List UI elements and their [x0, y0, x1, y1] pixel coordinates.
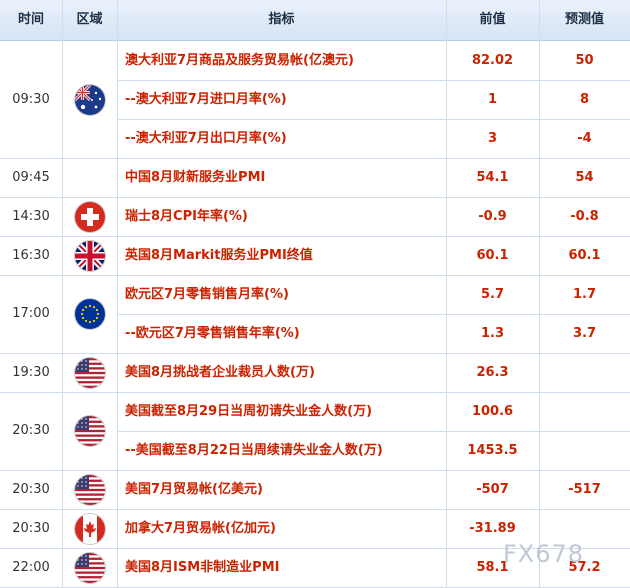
header-time: 时间: [17, 12, 44, 27]
eu-flag-icon: [74, 299, 105, 329]
forecast-value: 8: [579, 92, 590, 107]
forecast-value: [539, 392, 630, 431]
forecast-value: 60.1: [568, 248, 601, 263]
header-forecast: 预测值: [564, 12, 604, 27]
previous-value: 60.1: [476, 248, 509, 263]
row-divider: [117, 314, 630, 315]
australia-flag-icon: [74, 84, 105, 115]
indicator-name: 美国7月贸易帐(亿美元): [125, 482, 263, 497]
header-region: 区域: [76, 12, 103, 27]
indicator-name: --澳大利亚7月出口月率(%): [125, 131, 287, 146]
previous-value: 26.3: [476, 365, 509, 380]
indicator-name: 美国8月挑战者企业裁员人数(万): [125, 365, 315, 380]
forecast-value: [539, 353, 630, 392]
time-cell: 09:30: [12, 92, 50, 107]
time-cell: 17:00: [12, 306, 50, 321]
time-cell: 14:30: [12, 209, 50, 224]
forecast-value: 3.7: [572, 326, 597, 341]
column-divider: [117, 0, 118, 588]
previous-value: 5.7: [480, 287, 505, 302]
header-indicator: 指标: [268, 12, 295, 27]
indicator-name: 瑞士8月CPI年率(%): [125, 209, 248, 224]
previous-value: 82.02: [471, 53, 514, 68]
row-divider: [117, 80, 630, 81]
indicator-name: 美国8月ISM非制造业PMI: [125, 560, 280, 575]
switzerland-flag-icon: [74, 201, 105, 232]
indicator-name: --美国截至8月22日当周续请失业金人数(万): [125, 443, 383, 458]
forecast-value: 54: [575, 170, 594, 185]
previous-value: -507: [476, 482, 509, 497]
table-header: 时间 区域 指标 前值 预测值: [0, 0, 630, 41]
us-flag-icon: [74, 552, 105, 583]
previous-value: 100.6: [471, 404, 514, 419]
indicator-name: 美国截至8月29日当周初请失业金人数(万): [125, 404, 373, 419]
header-previous: 前值: [479, 12, 506, 27]
previous-value: 1.3: [480, 326, 505, 341]
column-divider: [62, 0, 63, 588]
canada-flag-icon: [74, 513, 105, 544]
previous-value: 1453.5: [467, 443, 518, 458]
previous-value: -0.9: [478, 209, 507, 224]
uk-flag-icon: [74, 240, 105, 271]
column-divider: [446, 0, 447, 588]
forecast-value: -0.8: [570, 209, 599, 224]
time-cell: 19:30: [12, 365, 50, 380]
row-divider: [117, 431, 630, 432]
previous-value: 1: [487, 92, 498, 107]
time-cell: 22:00: [12, 560, 50, 575]
us-flag-icon: [74, 357, 105, 388]
column-divider: [539, 0, 540, 588]
indicator-name: 澳大利亚7月商品及服务贸易帐(亿澳元): [125, 53, 354, 68]
previous-value: 3: [487, 131, 498, 146]
forecast-value: 50: [575, 53, 594, 68]
forecast-value: 1.7: [572, 287, 597, 302]
forecast-value: -517: [568, 482, 601, 497]
indicator-name: --欧元区7月零售销售年率(%): [125, 326, 300, 341]
time-cell: 09:45: [12, 170, 50, 185]
indicator-name: 加拿大7月贸易帐(亿加元): [125, 521, 276, 536]
indicator-name: 欧元区7月零售销售月率(%): [125, 287, 289, 302]
forecast-value: -4: [577, 131, 592, 146]
indicator-name: --澳大利亚7月进口月率(%): [125, 92, 287, 107]
indicator-name: 英国8月Markit服务业PMI终值: [125, 248, 313, 263]
row-divider: [117, 119, 630, 120]
watermark: FX678: [503, 540, 585, 568]
us-flag-icon: [74, 474, 105, 505]
previous-value: 54.1: [476, 170, 509, 185]
forecast-value: [539, 431, 630, 470]
time-cell: 20:30: [12, 521, 50, 536]
indicator-name: 中国8月财新服务业PMI: [125, 170, 266, 185]
time-cell: 16:30: [12, 248, 50, 263]
time-cell: 20:30: [12, 482, 50, 497]
us-flag-icon: [74, 416, 105, 446]
time-cell: 20:30: [12, 423, 50, 438]
